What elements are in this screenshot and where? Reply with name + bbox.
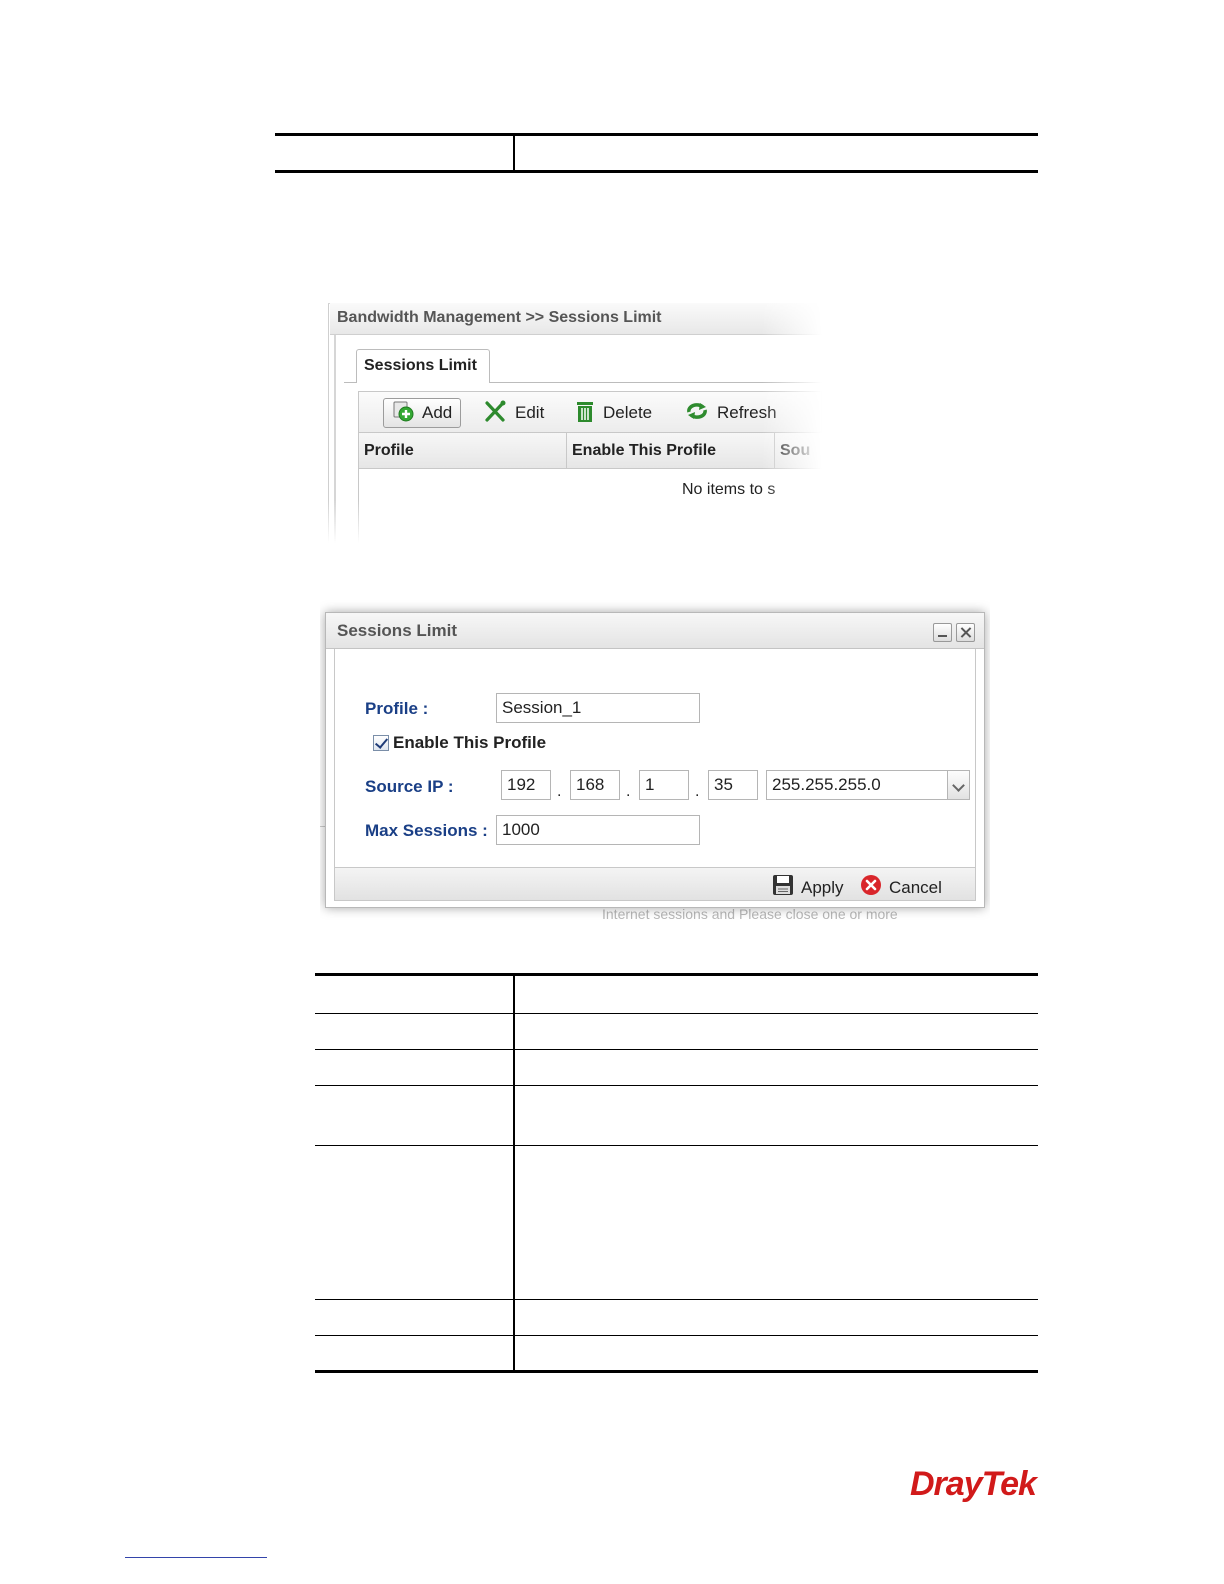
column-source[interactable]: Sou	[775, 433, 822, 469]
edit-icon	[483, 400, 507, 427]
sessions-limit-page-screenshot: Bandwidth Management >> Sessions Limit S…	[322, 303, 822, 543]
source-ip-octet-1[interactable]: 192	[501, 770, 551, 800]
dialog-title: Sessions Limit	[326, 613, 984, 649]
profile-label: Profile :	[365, 699, 429, 718]
toolbar: Add Edit Delete Refresh	[358, 391, 822, 433]
source-ip-octet-3[interactable]: 1	[639, 770, 689, 800]
edit-button[interactable]: Edit	[475, 398, 552, 428]
source-ip-label: Source IP :	[365, 777, 454, 796]
bottom-parameter-table	[315, 973, 1038, 1373]
profile-input[interactable]: Session_1	[496, 693, 700, 723]
dialog-body: Profile : Session_1 Enable This Profile …	[334, 649, 976, 867]
edit-label: Edit	[515, 403, 545, 422]
save-icon	[772, 874, 794, 901]
apply-button[interactable]: Apply	[772, 874, 844, 901]
top-parameter-table	[275, 133, 1038, 173]
refresh-button[interactable]: Refresh	[677, 398, 785, 428]
max-sessions-input[interactable]: 1000	[496, 815, 700, 845]
enable-profile-label: Enable This Profile	[393, 733, 547, 752]
refresh-icon	[685, 401, 709, 426]
table-row-divider	[315, 1085, 1038, 1086]
ip-separator: .	[626, 783, 631, 800]
delete-button[interactable]: Delete	[567, 398, 660, 428]
cancel-button[interactable]: Cancel	[860, 874, 942, 901]
source-ip-octet-2[interactable]: 168	[570, 770, 620, 800]
footer-rule	[125, 1557, 267, 1558]
table-row-divider	[315, 1013, 1038, 1014]
column-profile[interactable]: Profile	[359, 433, 567, 469]
empty-message: No items to s	[682, 481, 776, 498]
breadcrumb: Bandwidth Management >> Sessions Limit	[330, 303, 822, 335]
column-enable-profile[interactable]: Enable This Profile	[567, 433, 775, 469]
add-label: Add	[422, 403, 453, 422]
refresh-label: Refresh	[717, 403, 777, 422]
apply-label: Apply	[801, 877, 844, 897]
draytek-logo: DrayTek	[910, 1465, 1037, 1503]
trash-icon	[575, 399, 595, 428]
enable-profile-checkbox[interactable]	[373, 735, 389, 751]
table-column-divider	[513, 136, 515, 170]
add-icon	[392, 400, 414, 427]
add-button[interactable]: Add	[383, 398, 462, 428]
source-ip-octet-4[interactable]: 35	[708, 770, 758, 800]
cancel-icon	[860, 874, 882, 901]
ip-separator: .	[557, 783, 562, 800]
ip-separator: .	[695, 783, 700, 800]
delete-label: Delete	[603, 403, 653, 422]
dialog-footer: Apply Cancel	[334, 867, 976, 901]
sessions-limit-dialog-screenshot: Internet sessions and Please close one o…	[320, 598, 990, 928]
table-row-divider	[315, 1335, 1038, 1336]
chevron-down-icon	[947, 771, 969, 799]
tab-sessions-limit[interactable]: Sessions Limit	[356, 349, 490, 383]
background-text: Internet sessions and Please close one o…	[602, 906, 898, 922]
subnet-mask-value: 255.255.255.0	[772, 775, 881, 794]
close-button[interactable]	[956, 623, 975, 642]
table-header: Profile Enable This Profile Sou	[358, 433, 822, 469]
sessions-limit-dialog: Sessions Limit Profile : Session_1 Enabl…	[325, 612, 985, 908]
max-sessions-label: Max Sessions :	[365, 821, 488, 840]
table-row-divider	[315, 1299, 1038, 1300]
table-row-divider	[315, 1049, 1038, 1050]
table-row-divider	[315, 1145, 1038, 1146]
table-column-divider	[513, 976, 515, 1370]
subnet-mask-select[interactable]: 255.255.255.0	[766, 770, 970, 800]
minimize-button[interactable]	[933, 623, 952, 642]
cancel-label: Cancel	[889, 877, 942, 897]
